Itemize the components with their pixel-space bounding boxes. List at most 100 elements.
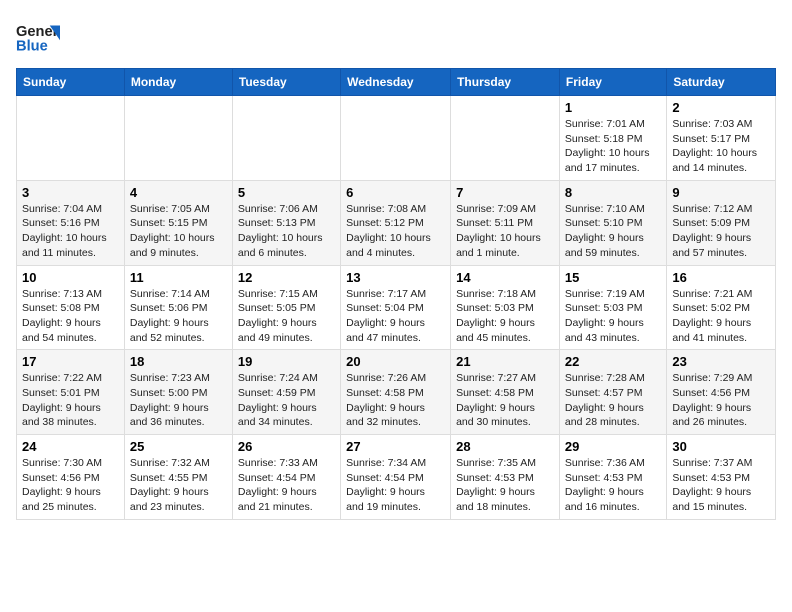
day-number: 17 <box>22 354 119 369</box>
week-row-1: 1 Sunrise: 7:01 AM Sunset: 5:18 PM Daylig… <box>17 96 776 181</box>
day-number: 1 <box>565 100 661 115</box>
day-number: 29 <box>565 439 661 454</box>
logo-svg: General Blue <box>16 16 60 60</box>
day-header-saturday: Saturday <box>667 69 776 96</box>
day-info: Sunrise: 7:03 AM Sunset: 5:17 PM Dayligh… <box>672 117 770 176</box>
day-cell: 16Sunrise: 7:21 AM Sunset: 5:02 PM Dayli… <box>667 265 776 350</box>
day-info: Sunrise: 7:17 AM Sunset: 5:04 PM Dayligh… <box>346 287 445 346</box>
day-number: 6 <box>346 185 445 200</box>
day-number: 30 <box>672 439 770 454</box>
day-info: Sunrise: 7:18 AM Sunset: 5:03 PM Dayligh… <box>456 287 554 346</box>
day-number: 2 <box>672 100 770 115</box>
day-number: 8 <box>565 185 661 200</box>
day-number: 4 <box>130 185 227 200</box>
day-cell: 7 Sunrise: 7:09 AM Sunset: 5:11 PM Daylig… <box>451 180 560 265</box>
day-info: Sunrise: 7:33 AM Sunset: 4:54 PM Dayligh… <box>238 456 335 515</box>
day-info: Sunrise: 7:12 AM Sunset: 5:09 PM Dayligh… <box>672 202 770 261</box>
day-number: 3 <box>22 185 119 200</box>
day-cell: 21Sunrise: 7:27 AM Sunset: 4:58 PM Dayli… <box>451 350 560 435</box>
day-info: Sunrise: 7:09 AM Sunset: 5:11 PM Dayligh… <box>456 202 554 261</box>
day-cell: 20Sunrise: 7:26 AM Sunset: 4:58 PM Dayli… <box>341 350 451 435</box>
calendar-header: SundayMondayTuesdayWednesdayThursdayFrid… <box>17 69 776 96</box>
day-number: 25 <box>130 439 227 454</box>
day-number: 13 <box>346 270 445 285</box>
week-row-4: 17 Sunrise: 7:22 AM Sunset: 5:01 PM Dayli… <box>17 350 776 435</box>
day-cell: 10 Sunrise: 7:13 AM Sunset: 5:08 PM Dayli… <box>17 265 125 350</box>
day-number: 19 <box>238 354 335 369</box>
day-info: Sunrise: 7:10 AM Sunset: 5:10 PM Dayligh… <box>565 202 661 261</box>
day-number: 23 <box>672 354 770 369</box>
day-cell: 22Sunrise: 7:28 AM Sunset: 4:57 PM Dayli… <box>559 350 666 435</box>
page-header: General Blue <box>16 16 776 60</box>
day-header-thursday: Thursday <box>451 69 560 96</box>
day-cell: 9 Sunrise: 7:12 AM Sunset: 5:09 PM Daylig… <box>667 180 776 265</box>
day-number: 15 <box>565 270 661 285</box>
day-info: Sunrise: 7:23 AM Sunset: 5:00 PM Dayligh… <box>130 371 227 430</box>
day-cell: 4 Sunrise: 7:05 AM Sunset: 5:15 PM Daylig… <box>124 180 232 265</box>
day-cell: 18 Sunrise: 7:23 AM Sunset: 5:00 PM Dayli… <box>124 350 232 435</box>
day-info: Sunrise: 7:37 AM Sunset: 4:53 PM Dayligh… <box>672 456 770 515</box>
day-info: Sunrise: 7:15 AM Sunset: 5:05 PM Dayligh… <box>238 287 335 346</box>
day-info: Sunrise: 7:24 AM Sunset: 4:59 PM Dayligh… <box>238 371 335 430</box>
day-cell: 6 Sunrise: 7:08 AM Sunset: 5:12 PM Daylig… <box>341 180 451 265</box>
day-info: Sunrise: 7:13 AM Sunset: 5:08 PM Dayligh… <box>22 287 119 346</box>
day-number: 9 <box>672 185 770 200</box>
day-info: Sunrise: 7:22 AM Sunset: 5:01 PM Dayligh… <box>22 371 119 430</box>
day-number: 10 <box>22 270 119 285</box>
week-row-2: 3 Sunrise: 7:04 AM Sunset: 5:16 PM Daylig… <box>17 180 776 265</box>
day-info: Sunrise: 7:06 AM Sunset: 5:13 PM Dayligh… <box>238 202 335 261</box>
day-header-wednesday: Wednesday <box>341 69 451 96</box>
day-info: Sunrise: 7:35 AM Sunset: 4:53 PM Dayligh… <box>456 456 554 515</box>
day-cell: 29 Sunrise: 7:36 AM Sunset: 4:53 PM Dayli… <box>559 435 666 520</box>
day-number: 18 <box>130 354 227 369</box>
day-cell: 5 Sunrise: 7:06 AM Sunset: 5:13 PM Daylig… <box>232 180 340 265</box>
day-info: Sunrise: 7:19 AM Sunset: 5:03 PM Dayligh… <box>565 287 661 346</box>
day-cell: 3 Sunrise: 7:04 AM Sunset: 5:16 PM Daylig… <box>17 180 125 265</box>
day-cell: 23 Sunrise: 7:29 AM Sunset: 4:56 PM Dayli… <box>667 350 776 435</box>
day-info: Sunrise: 7:01 AM Sunset: 5:18 PM Dayligh… <box>565 117 661 176</box>
day-info: Sunrise: 7:05 AM Sunset: 5:15 PM Dayligh… <box>130 202 227 261</box>
day-info: Sunrise: 7:30 AM Sunset: 4:56 PM Dayligh… <box>22 456 119 515</box>
day-header-friday: Friday <box>559 69 666 96</box>
day-cell: 19 Sunrise: 7:24 AM Sunset: 4:59 PM Dayli… <box>232 350 340 435</box>
day-cell <box>451 96 560 181</box>
day-number: 28 <box>456 439 554 454</box>
day-cell: 14 Sunrise: 7:18 AM Sunset: 5:03 PM Dayli… <box>451 265 560 350</box>
week-row-3: 10 Sunrise: 7:13 AM Sunset: 5:08 PM Dayli… <box>17 265 776 350</box>
day-cell: 30 Sunrise: 7:37 AM Sunset: 4:53 PM Dayli… <box>667 435 776 520</box>
day-cell <box>124 96 232 181</box>
day-cell: 28 Sunrise: 7:35 AM Sunset: 4:53 PM Dayli… <box>451 435 560 520</box>
day-cell: 13 Sunrise: 7:17 AM Sunset: 5:04 PM Dayli… <box>341 265 451 350</box>
day-header-tuesday: Tuesday <box>232 69 340 96</box>
day-info: Sunrise: 7:34 AM Sunset: 4:54 PM Dayligh… <box>346 456 445 515</box>
day-number: 12 <box>238 270 335 285</box>
day-cell: 24 Sunrise: 7:30 AM Sunset: 4:56 PM Dayli… <box>17 435 125 520</box>
day-cell: 1 Sunrise: 7:01 AM Sunset: 5:18 PM Daylig… <box>559 96 666 181</box>
day-info: Sunrise: 7:36 AM Sunset: 4:53 PM Dayligh… <box>565 456 661 515</box>
day-info: Sunrise: 7:26 AM Sunset: 4:58 PM Dayligh… <box>346 371 445 430</box>
day-info: Sunrise: 7:08 AM Sunset: 5:12 PM Dayligh… <box>346 202 445 261</box>
day-cell: 27Sunrise: 7:34 AM Sunset: 4:54 PM Dayli… <box>341 435 451 520</box>
day-info: Sunrise: 7:28 AM Sunset: 4:57 PM Dayligh… <box>565 371 661 430</box>
day-cell <box>17 96 125 181</box>
day-cell: 11 Sunrise: 7:14 AM Sunset: 5:06 PM Dayli… <box>124 265 232 350</box>
day-info: Sunrise: 7:32 AM Sunset: 4:55 PM Dayligh… <box>130 456 227 515</box>
week-row-5: 24 Sunrise: 7:30 AM Sunset: 4:56 PM Dayli… <box>17 435 776 520</box>
day-cell <box>232 96 340 181</box>
svg-text:Blue: Blue <box>16 38 48 54</box>
day-info: Sunrise: 7:04 AM Sunset: 5:16 PM Dayligh… <box>22 202 119 261</box>
day-cell: 2 Sunrise: 7:03 AM Sunset: 5:17 PM Daylig… <box>667 96 776 181</box>
day-info: Sunrise: 7:29 AM Sunset: 4:56 PM Dayligh… <box>672 371 770 430</box>
day-cell: 25 Sunrise: 7:32 AM Sunset: 4:55 PM Dayli… <box>124 435 232 520</box>
day-number: 21 <box>456 354 554 369</box>
day-number: 14 <box>456 270 554 285</box>
day-number: 24 <box>22 439 119 454</box>
day-info: Sunrise: 7:14 AM Sunset: 5:06 PM Dayligh… <box>130 287 227 346</box>
day-number: 7 <box>456 185 554 200</box>
day-number: 16 <box>672 270 770 285</box>
day-header-sunday: Sunday <box>17 69 125 96</box>
logo: General Blue <box>16 16 60 60</box>
day-number: 5 <box>238 185 335 200</box>
day-number: 11 <box>130 270 227 285</box>
day-cell: 12 Sunrise: 7:15 AM Sunset: 5:05 PM Dayli… <box>232 265 340 350</box>
